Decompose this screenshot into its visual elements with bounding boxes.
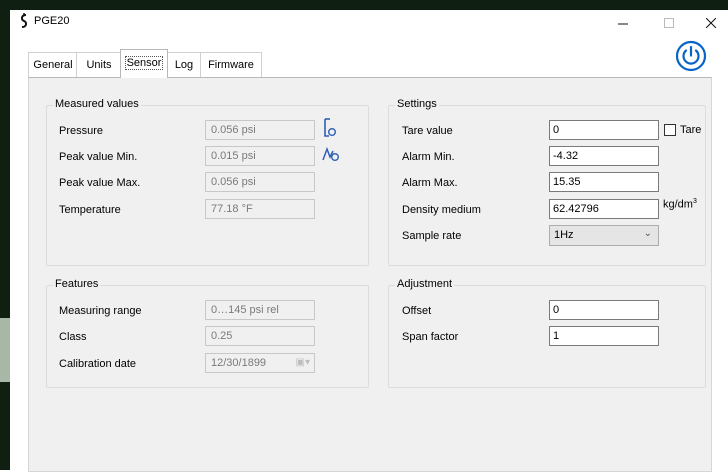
calibration-date-value: 12/30/1899 [211,357,267,369]
calendar-dropdown-icon: ▣▾ [295,357,310,368]
temperature-field: 77.18 °F [205,199,315,219]
desktop-background-left [0,0,10,470]
peak-min-label: Peak value Min. [59,151,138,163]
density-medium-label: Density medium [402,204,481,216]
maximize-icon [664,18,674,28]
measured-values-title: Measured values [53,98,141,110]
tab-firmware[interactable]: Firmware [200,52,262,77]
features-group: Features Measuring range 0…145 psi rel C… [46,278,369,388]
density-medium-input[interactable]: 62.42796 [549,199,659,219]
app-window: PGE20 General Units Sensor Log Firmware … [10,10,728,472]
alarm-min-label: Alarm Min. [402,151,455,163]
temperature-label: Temperature [59,204,121,216]
peak-reset-icon[interactable] [323,118,337,138]
offset-label: Offset [402,305,432,317]
calibration-date-label: Calibration date [59,358,137,370]
sensor-tab-panel: Measured values Pressure 0.056 psi Peak … [28,77,712,472]
calibration-date-field: 12/30/1899 ▣▾ [205,353,315,373]
density-unit: kg/dm3 [663,198,697,211]
peak-min-field: 0.015 psi [205,146,315,166]
alarm-max-input[interactable]: 15.35 [549,172,659,192]
alarm-min-input[interactable]: -4.32 [549,146,659,166]
sample-rate-select[interactable]: 1Hz ⌄ [549,225,659,246]
minimize-button[interactable] [604,10,642,36]
pressure-label: Pressure [59,125,104,137]
alarm-max-label: Alarm Max. [402,177,458,189]
measuring-range-field: 0…145 psi rel [205,300,315,320]
class-field: 0.25 [205,326,315,346]
tare-checkbox[interactable] [664,124,676,136]
tare-value-label: Tare value [402,125,453,137]
span-factor-input[interactable]: 1 [549,326,659,346]
measuring-range-label: Measuring range [59,305,142,317]
tab-sensor[interactable]: Sensor [120,49,168,78]
peak-wave-icon[interactable] [322,146,340,162]
sample-rate-label: Sample rate [402,230,462,242]
measured-values-group: Measured values Pressure 0.056 psi Peak … [46,98,369,266]
desktop-background-patch [0,318,10,382]
peak-max-label: Peak value Max. [59,177,141,189]
title-bar[interactable]: PGE20 [10,10,728,36]
adjustment-title: Adjustment [395,278,455,290]
power-icon[interactable] [675,40,707,72]
settings-title: Settings [395,98,439,110]
window-title: PGE20 [34,15,70,27]
close-button[interactable] [692,10,728,36]
sample-rate-value: 1Hz [554,229,574,241]
adjustment-group: Adjustment Offset 0 Span factor 1 [388,278,706,388]
app-logo-icon [20,13,28,28]
close-icon [706,18,716,28]
span-factor-label: Span factor [402,331,459,343]
tab-log[interactable]: Log [166,52,202,77]
chevron-down-icon: ⌄ [643,228,652,239]
pressure-field: 0.056 psi [205,120,315,140]
settings-group: Settings Tare value 0 Tare Alarm Min. -4… [388,98,706,266]
tare-checkbox-label: Tare [680,124,702,136]
tare-value-input[interactable]: 0 [549,120,659,140]
desktop-background-top [0,0,728,10]
features-title: Features [53,278,101,290]
maximize-button[interactable] [650,10,688,36]
tab-general[interactable]: General [28,52,78,77]
peak-max-field: 0.056 psi [205,172,315,192]
minimize-icon [618,23,628,25]
tab-units[interactable]: Units [76,52,122,77]
offset-input[interactable]: 0 [549,300,659,320]
class-label: Class [59,331,87,343]
